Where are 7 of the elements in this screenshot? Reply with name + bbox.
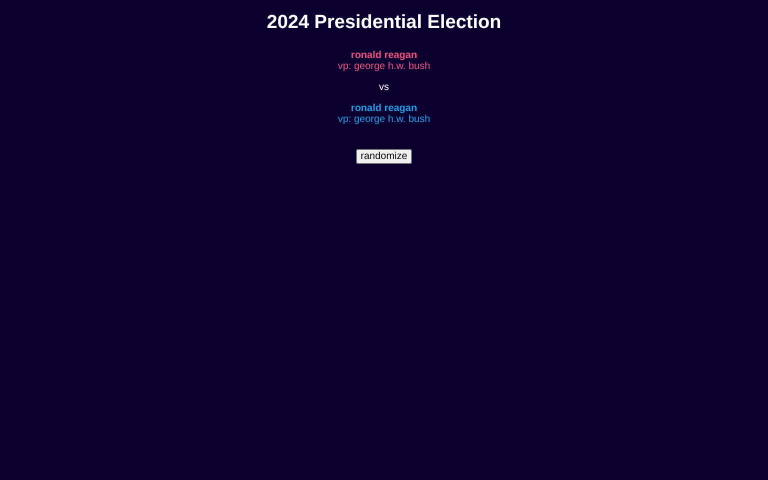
versus-text: vs	[378, 82, 390, 93]
running-mate: vp: george h.w. bush	[338, 61, 430, 72]
candidate-name: ronald reagan	[350, 50, 418, 61]
running-mate: vp: george h.w. bush	[338, 114, 430, 125]
page-title: 2024 Presidential Election	[266, 12, 502, 34]
randomize-button[interactable]: randomize	[356, 149, 412, 164]
candidate-name: ronald reagan	[350, 103, 418, 114]
